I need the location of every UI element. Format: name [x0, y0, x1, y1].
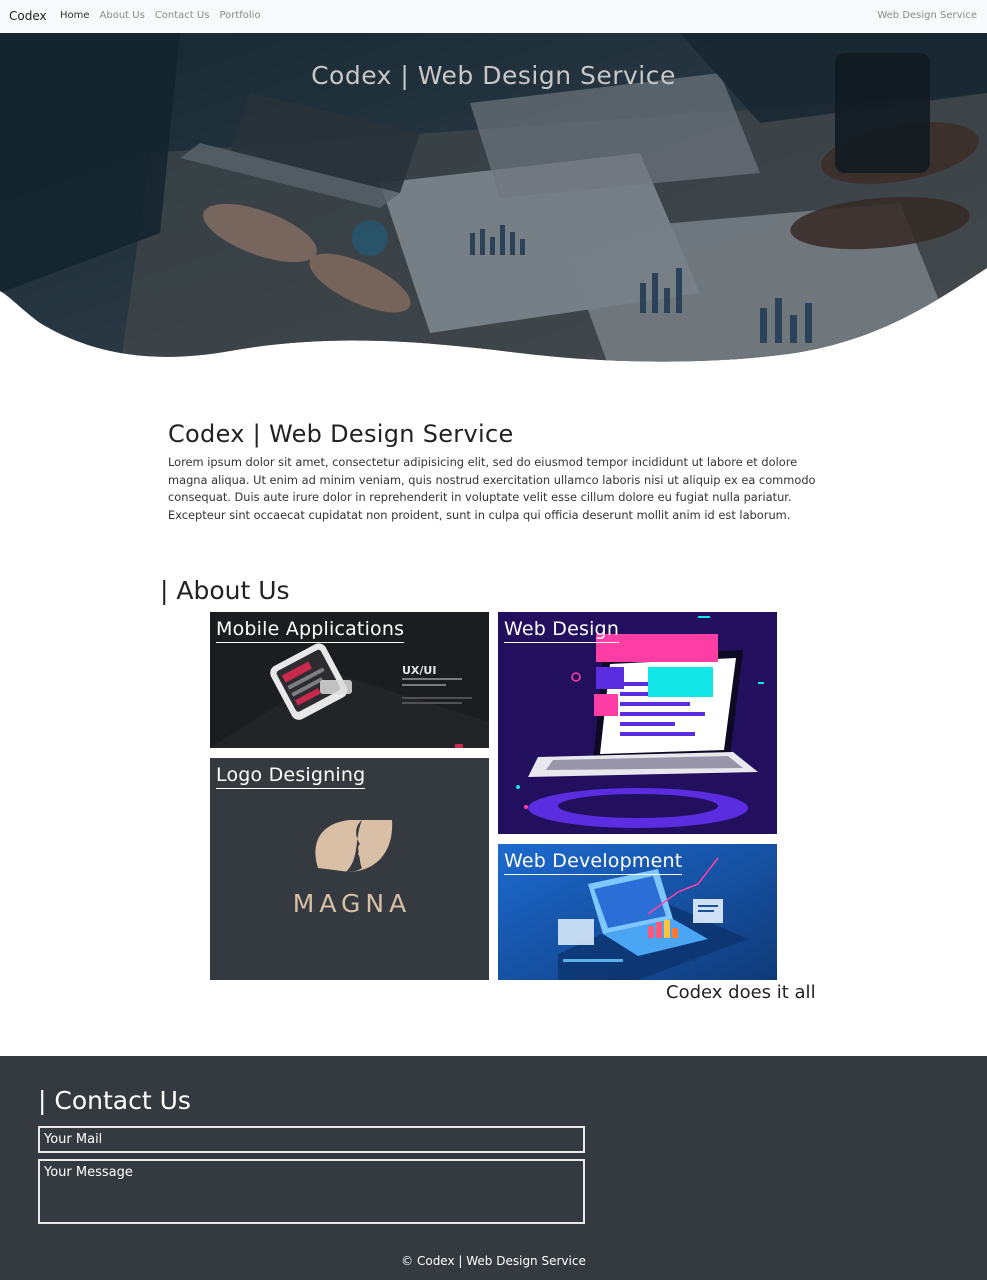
card-logo-designing[interactable]: MAGNA Logo Designing: [210, 758, 489, 980]
card-title-logo-designing: Logo Designing: [216, 764, 366, 789]
about-tagline: Codex does it all: [666, 982, 816, 1003]
card-mobile-applications[interactable]: UX/UI Mobile Applications: [210, 612, 489, 748]
contact-section: | Contact Us © Codex | Web Design Servic…: [0, 1056, 987, 1280]
card-title-web-design: Web Design: [504, 618, 620, 643]
nav-link-home[interactable]: Home: [60, 10, 90, 21]
nav-right-text[interactable]: Web Design Service: [877, 10, 977, 21]
card-title-mobile-applications: Mobile Applications: [216, 618, 405, 643]
brand-logo[interactable]: Codex: [9, 9, 47, 23]
intro-heading: Codex | Web Design Service: [168, 420, 514, 448]
hero-banner: Codex | Web Design Service: [0, 33, 987, 370]
card-web-development[interactable]: Web Development: [498, 844, 777, 980]
about-heading: | About Us: [160, 576, 290, 605]
nav-links: Home About Us Contact Us Portfolio: [60, 10, 261, 21]
magna-logo-text: MAGNA: [293, 889, 411, 918]
card-title-web-development: Web Development: [504, 850, 683, 875]
card-web-design[interactable]: Web Design: [498, 612, 777, 834]
hero-title: Codex | Web Design Service: [311, 61, 676, 90]
copyright-text: © Codex | Web Design Service: [401, 1254, 586, 1268]
navbar: Codex Home About Us Contact Us Portfolio…: [0, 0, 987, 33]
intro-paragraph: Lorem ipsum dolor sit amet, consectetur …: [168, 455, 816, 522]
message-textarea[interactable]: [38, 1159, 585, 1224]
web-design-image: [498, 612, 777, 834]
contact-heading: | Contact Us: [38, 1086, 191, 1115]
intro-section: Codex | Web Design Service Lorem ipsum d…: [168, 420, 823, 524]
ux-ui-label: UX/UI: [402, 664, 436, 677]
logo-design-image: MAGNA: [210, 758, 489, 980]
nav-link-portfolio[interactable]: Portfolio: [219, 10, 260, 21]
mail-input[interactable]: [38, 1126, 585, 1153]
nav-link-contact[interactable]: Contact Us: [155, 10, 210, 21]
nav-link-about[interactable]: About Us: [100, 10, 145, 21]
